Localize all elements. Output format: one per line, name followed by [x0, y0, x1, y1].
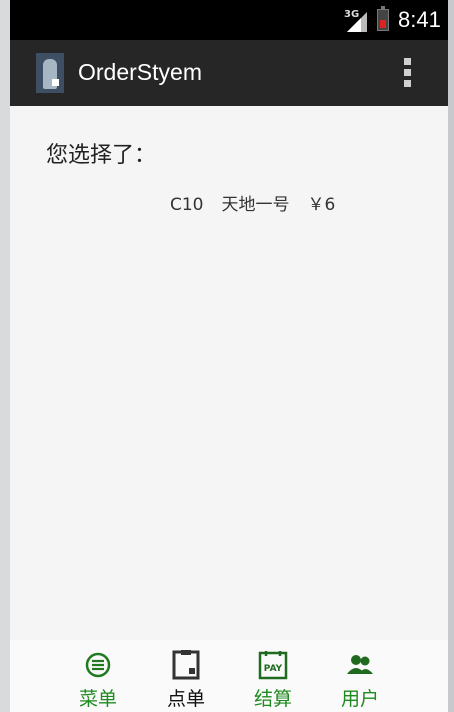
clock: 8:41: [398, 7, 441, 32]
bottom-nav: 菜单 点单 PAY 结算 用户: [10, 640, 448, 712]
menu-list-icon: [85, 652, 111, 678]
app-icon[interactable]: [36, 53, 64, 93]
window-right-edge: [448, 0, 454, 712]
nav-item-order[interactable]: 点单: [141, 640, 231, 712]
nav-item-checkout[interactable]: PAY 结算: [228, 640, 318, 712]
item-name: 天地一号: [221, 195, 290, 215]
window-left-edge: [0, 0, 10, 712]
item-code: C10: [170, 195, 204, 215]
nav-label-menu: 菜单: [78, 688, 117, 710]
signal-icon: [347, 12, 367, 32]
status-bar: 3G 8:41: [10, 0, 448, 40]
users-icon: [347, 655, 373, 674]
action-bar: OrderStyem: [10, 40, 448, 106]
svg-text:PAY: PAY: [264, 664, 283, 674]
selected-item: C10 天地一号 ￥6: [170, 190, 335, 215]
nav-label-checkout: 结算: [253, 688, 292, 710]
battery-icon: [377, 6, 389, 31]
nav-label-order: 点单: [166, 688, 205, 710]
phone-screen: 3G 8:41 OrderStyem 您选择了： C10 天地一号 ￥6 菜单 …: [10, 0, 448, 712]
item-price: ￥6: [307, 195, 336, 215]
nav-item-user[interactable]: 用户: [315, 640, 405, 712]
nav-label-user: 用户: [340, 688, 379, 710]
pay-icon: PAY: [258, 651, 288, 680]
app-title: OrderStyem: [78, 59, 202, 85]
overflow-menu-icon[interactable]: [404, 58, 412, 88]
nav-item-menu[interactable]: 菜单: [53, 640, 143, 712]
clipboard-icon: [172, 650, 200, 680]
selection-prompt: 您选择了：: [46, 143, 157, 168]
